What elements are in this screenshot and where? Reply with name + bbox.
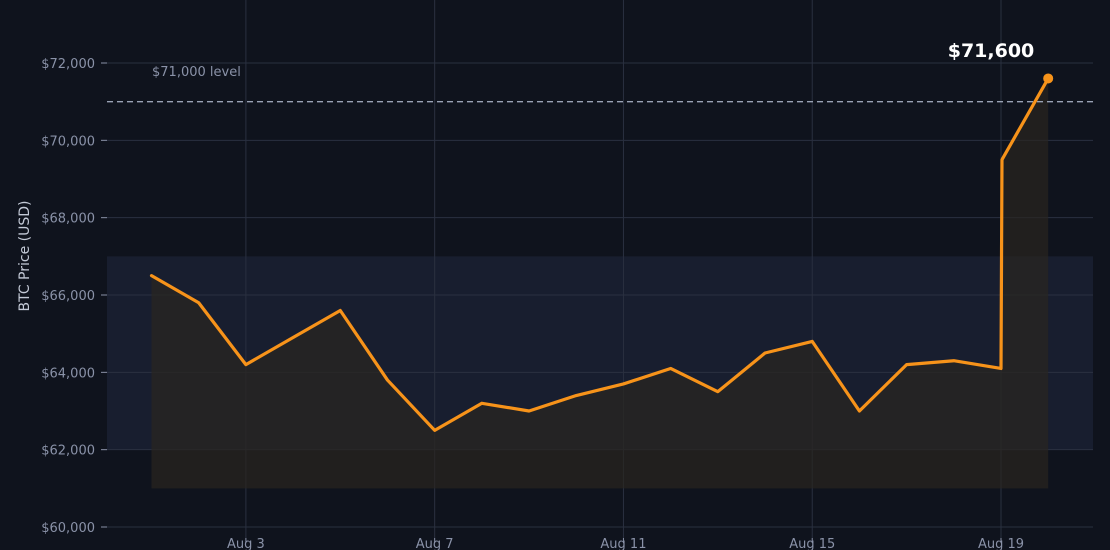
y-tick-label-3: $66,000 [41,289,95,304]
x-tick-label-2: Aug 11 [600,537,646,550]
reference-line-label: $71,000 level [152,65,241,80]
y-tick-label-2: $64,000 [41,366,95,381]
peak-price-callout: $71,600 [948,40,1035,62]
x-tick-label-3: Aug 15 [789,537,835,550]
y-tick-label-0: $60,000 [41,521,95,536]
y-tick-label-6: $72,000 [41,57,95,72]
y-axis-title: BTC Price (USD) [17,200,33,311]
x-tick-label-4: Aug 19 [978,537,1024,550]
peak-price-marker [1043,73,1054,84]
x-tick-label-0: Aug 3 [227,537,265,550]
price-chart: $60,000 $62,000 $64,000 $66,000 $68,000 $70,0… [0,0,1110,550]
x-tick-label-1: Aug 7 [416,537,454,550]
price-chart-svg: $60,000 $62,000 $64,000 $66,000 $68,000 $70,0… [17,0,1093,550]
y-tick-label-4: $68,000 [41,212,95,227]
y-tick-label-5: $70,000 [41,134,95,149]
y-tick-label-1: $62,000 [41,444,95,459]
